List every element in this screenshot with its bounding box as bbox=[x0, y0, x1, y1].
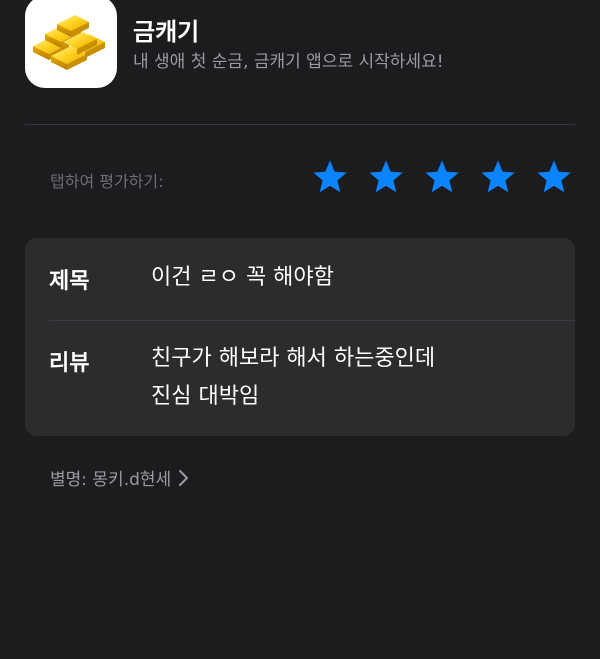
review-card: 제목 이건 ㄹㅇ 꼭 해야함 리뷰 친구가 해보라 해서 하는중인데 진심 대박… bbox=[25, 238, 575, 436]
star-icon-1[interactable] bbox=[311, 158, 349, 196]
star-icon-4[interactable] bbox=[479, 158, 517, 196]
review-body-line: 진심 대박임 bbox=[151, 384, 260, 409]
title-label: 제목 bbox=[49, 269, 90, 294]
rating-row: 탭하여 평가하기: bbox=[50, 158, 575, 202]
review-body-line: 친구가 해보라 해서 하는중인데 bbox=[151, 346, 436, 371]
review-body-field[interactable]: 친구가 해보라 해서 하는중인데 진심 대박임 bbox=[151, 340, 435, 416]
nickname-label: 별명: 몽키.d현세 bbox=[50, 470, 172, 490]
review-label: 리뷰 bbox=[49, 351, 90, 376]
star-icon-3[interactable] bbox=[423, 158, 461, 196]
rating-label: 탭하여 평가하기: bbox=[50, 172, 164, 191]
star-icon-2[interactable] bbox=[367, 158, 405, 196]
title-field[interactable]: 이건 ㄹㅇ 꼭 해야함 bbox=[151, 259, 334, 297]
gold-bars-icon bbox=[25, 0, 117, 88]
divider bbox=[25, 124, 575, 125]
app-title: 금캐기 bbox=[133, 18, 200, 46]
star-icon-5[interactable] bbox=[535, 158, 573, 196]
app-header: 금캐기 내 생애 첫 순금, 금캐기 앱으로 시작하세요! bbox=[25, 0, 575, 90]
nickname-link[interactable]: 별명: 몽키.d현세 bbox=[50, 465, 189, 490]
card-divider bbox=[49, 320, 575, 321]
app-subtitle: 내 생애 첫 순금, 금캐기 앱으로 시작하세요! bbox=[133, 52, 444, 72]
chevron-right-icon bbox=[179, 469, 189, 486]
star-rating[interactable] bbox=[311, 158, 573, 196]
